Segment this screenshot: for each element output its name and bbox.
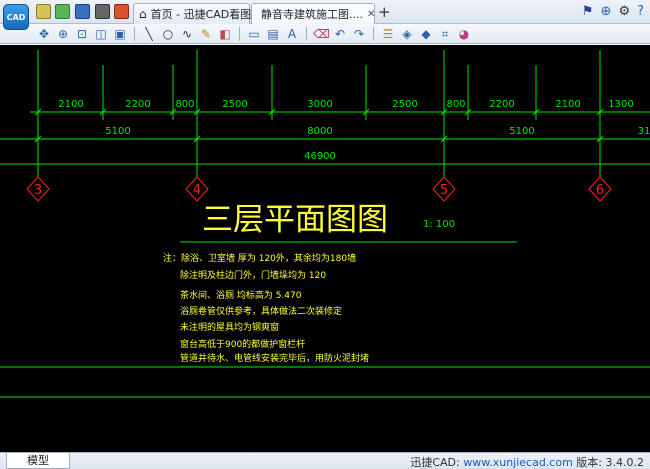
- axis-label: 4: [193, 183, 201, 198]
- dim-text: 800: [175, 99, 194, 110]
- new-file-icon[interactable]: [55, 4, 70, 19]
- rectangle-icon[interactable]: ▭: [246, 26, 262, 42]
- zoom-all-icon[interactable]: ▣: [112, 26, 128, 42]
- dim-text: 3000: [307, 99, 332, 110]
- zoom-extents-icon[interactable]: ◫: [93, 26, 109, 42]
- tab-drawing-label: 静音寺建筑施工图....: [261, 8, 363, 21]
- note-line: 注：除浴、卫室墙 厚为 120外，其余均为180墙: [163, 252, 356, 264]
- open-folder-icon[interactable]: [36, 4, 51, 19]
- add-tab-button[interactable]: +: [378, 3, 391, 21]
- redo-icon[interactable]: ↷: [351, 26, 367, 42]
- toolbar-separator: [134, 26, 135, 41]
- dim-text: 2200: [125, 99, 150, 110]
- dim-text: 31: [638, 126, 650, 137]
- home-icon: ⌂: [139, 7, 147, 21]
- pencil-icon[interactable]: ✎: [198, 26, 214, 42]
- title-bar: CAD ⌂ 首页 - 迅捷CAD看图 静音寺建筑施工图.... ✕ + ⚑ ⊕ …: [0, 0, 650, 30]
- circle-icon[interactable]: ○: [160, 26, 176, 42]
- tab-drawing[interactable]: 静音寺建筑施工图.... ✕: [251, 3, 375, 24]
- app-name-label: 迅捷CAD:: [410, 456, 464, 469]
- total-dim-text: 46900: [304, 151, 336, 162]
- status-bar: 模型 迅捷CAD: www.xunjiecad.com 版本: 3.4.0.2: [0, 452, 650, 469]
- dim-text: 5100: [509, 126, 534, 137]
- zoom-in-icon[interactable]: ⊕: [55, 26, 71, 42]
- dim-text: 800: [446, 99, 465, 110]
- erase-icon[interactable]: ⌫: [313, 26, 330, 42]
- note-line: 除注明及柱边门外，门墙垛均为 120: [180, 269, 326, 281]
- dim-text: 2100: [555, 99, 580, 110]
- plan-title: 三层平面图图: [202, 202, 388, 238]
- website-link[interactable]: www.xunjiecad.com: [463, 456, 573, 469]
- export-icon[interactable]: [114, 4, 129, 19]
- note-line: 茶水间、浴厕 均标高为 5.470: [180, 289, 302, 301]
- pan-icon[interactable]: ✥: [36, 26, 52, 42]
- zoom-window-icon[interactable]: ⊡: [74, 26, 90, 42]
- flag-icon[interactable]: ⚑: [582, 4, 594, 19]
- eraser-icon[interactable]: ◧: [217, 26, 233, 42]
- help-icon[interactable]: ?: [637, 4, 644, 19]
- zoom-icon[interactable]: ⊕: [601, 4, 612, 19]
- cube-icon[interactable]: ◆: [418, 26, 434, 42]
- undo-icon[interactable]: ↶: [332, 26, 348, 42]
- dim-text: 1300: [608, 99, 633, 110]
- layers-icon[interactable]: ☰: [380, 26, 396, 42]
- tab-home-label: 首页 - 迅捷CAD看图: [150, 8, 252, 21]
- text-icon[interactable]: A: [284, 26, 300, 42]
- axis-label: 5: [440, 183, 448, 198]
- color-wheel-icon[interactable]: ◕: [456, 26, 472, 42]
- note-line: 浴厕卷管仅供参考，具体做法二次装修定: [180, 305, 342, 317]
- measure-icon[interactable]: ⌗: [437, 26, 453, 42]
- dim-text: 2500: [392, 99, 417, 110]
- tab-model[interactable]: 模型: [6, 453, 70, 469]
- dim-text: 2500: [222, 99, 247, 110]
- axis-label: 6: [596, 183, 604, 198]
- toolbar-separator: [373, 26, 374, 41]
- dim-text: 2100: [58, 99, 83, 110]
- drawing-canvas[interactable]: 2100 2200 800 2500 3000 2500 800 2200 21…: [0, 45, 650, 452]
- tab-home[interactable]: ⌂ 首页 - 迅捷CAD看图: [133, 3, 252, 24]
- layout-icon[interactable]: ▤: [265, 26, 281, 42]
- toolbar-separator: [306, 26, 307, 41]
- gear-icon[interactable]: ⚙: [618, 4, 630, 19]
- 3d-view-icon[interactable]: ◈: [399, 26, 415, 42]
- note-line: 窗台高低于900的都做护窗栏杆: [180, 338, 305, 350]
- polyline-icon[interactable]: ∿: [179, 26, 195, 42]
- close-icon[interactable]: ✕: [367, 9, 375, 20]
- version-label: 版本: 3.4.0.2: [572, 456, 644, 469]
- line-icon[interactable]: ╲: [141, 26, 157, 42]
- status-text: 迅捷CAD: www.xunjiecad.com 版本: 3.4.0.2: [410, 454, 644, 469]
- save-icon[interactable]: [75, 4, 90, 19]
- axis-label: 3: [34, 183, 42, 198]
- toolbar-separator: [239, 26, 240, 41]
- scale-text: 1: 100: [423, 219, 455, 230]
- dim-text: 8000: [307, 126, 332, 137]
- note-line: 未注明的屋具均为钢爽窗: [180, 321, 279, 333]
- note-line: 管道井待水、电管线安装完毕后，用防火泥封堵: [180, 352, 369, 364]
- print-icon[interactable]: [95, 4, 110, 19]
- drawing-toolbar: ✥ ⊕ ⊡ ◫ ▣ ╲ ○ ∿ ✎ ◧ ▭ ▤ A ⌫ ↶ ↷ ☰ ◈ ◆ ⌗ …: [0, 24, 650, 44]
- dim-text: 2200: [489, 99, 514, 110]
- app-logo[interactable]: CAD: [3, 4, 29, 30]
- dim-text: 5100: [105, 126, 130, 137]
